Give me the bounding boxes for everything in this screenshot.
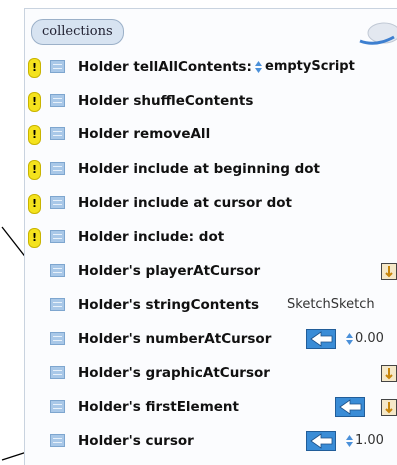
tile-row[interactable]: Holder's playerAtCursor <box>25 259 397 283</box>
scripting-panel: collections ! Holder tellAllContents: em… <box>24 8 397 465</box>
tile-label: Holder include at cursor dot <box>78 195 292 211</box>
tile-icon[interactable] <box>50 434 65 447</box>
left-arrow-icon[interactable] <box>335 397 365 417</box>
tile-label: Holder's firstElement <box>78 399 239 415</box>
left-arrow-icon[interactable] <box>306 329 336 349</box>
tile-icon[interactable] <box>50 230 65 243</box>
tile-icon[interactable] <box>50 94 65 107</box>
tile-label: Holder's stringContents <box>78 297 260 313</box>
tile-icon[interactable] <box>50 298 65 311</box>
tile-icon[interactable] <box>50 127 65 140</box>
tile-row[interactable]: ! Holder shuffleContents <box>25 89 397 113</box>
exclamation-badge-icon[interactable]: ! <box>28 125 41 145</box>
tile-label: Holder shuffleContents <box>78 93 254 109</box>
left-arrow-icon[interactable] <box>306 431 336 451</box>
tile-row[interactable]: Holder's firstElement <box>25 395 397 419</box>
up-down-spinner-icon[interactable] <box>255 61 262 73</box>
number-value[interactable]: 0.00 <box>355 327 384 351</box>
tile-icon[interactable] <box>50 60 65 73</box>
tile-row[interactable]: ! Holder include at cursor dot <box>25 191 397 215</box>
exclamation-badge-icon[interactable]: ! <box>28 58 41 78</box>
cloud-icon[interactable] <box>356 19 397 47</box>
tile-icon[interactable] <box>50 264 65 277</box>
tile-row[interactable]: Holder's numberAtCursor 0.00 <box>25 327 397 351</box>
category-tab-collections[interactable]: collections <box>31 19 124 45</box>
tile-row[interactable]: ! Holder include at beginning dot <box>25 157 397 181</box>
up-down-spinner-icon[interactable] <box>346 435 353 447</box>
exclamation-badge-icon[interactable]: ! <box>28 194 41 214</box>
exclamation-badge-icon[interactable]: ! <box>28 92 41 112</box>
tile-row[interactable]: Holder's graphicAtCursor <box>25 361 397 385</box>
tile-label: Holder tellAllContents: <box>78 59 252 75</box>
tile-icon[interactable] <box>50 332 65 345</box>
number-value[interactable]: 1.00 <box>355 429 384 453</box>
script-selector-value[interactable]: emptyScript <box>265 55 355 79</box>
tile-row[interactable]: ! Holder include: dot <box>25 225 397 249</box>
tile-label: Holder's playerAtCursor <box>78 263 261 279</box>
exclamation-badge-icon[interactable]: ! <box>28 228 41 248</box>
player-thumbnail-icon[interactable] <box>381 399 397 416</box>
tile-icon[interactable] <box>50 366 65 379</box>
tile-icon[interactable] <box>50 400 65 413</box>
tile-label: Holder's cursor <box>78 433 194 449</box>
tile-label: Holder removeAll <box>78 126 211 142</box>
tile-label: Holder include: dot <box>78 229 225 245</box>
tile-icon[interactable] <box>50 162 65 175</box>
tile-label: Holder's numberAtCursor <box>78 331 272 347</box>
tile-icon[interactable] <box>50 196 65 209</box>
tile-label: Holder include at beginning dot <box>78 161 320 177</box>
player-thumbnail-icon[interactable] <box>381 263 397 280</box>
exclamation-badge-icon[interactable]: ! <box>28 160 41 180</box>
string-value[interactable]: SketchSketch <box>287 293 375 317</box>
player-thumbnail-icon[interactable] <box>381 365 397 382</box>
tile-row[interactable]: ! Holder removeAll <box>25 122 397 146</box>
tile-row[interactable]: Holder's stringContents SketchSketch <box>25 293 397 317</box>
tile-row[interactable]: Holder's cursor 1.00 <box>25 429 397 453</box>
tile-label: Holder's graphicAtCursor <box>78 365 270 381</box>
up-down-spinner-icon[interactable] <box>346 333 353 345</box>
tile-row[interactable]: ! Holder tellAllContents: emptyScript <box>25 55 397 79</box>
